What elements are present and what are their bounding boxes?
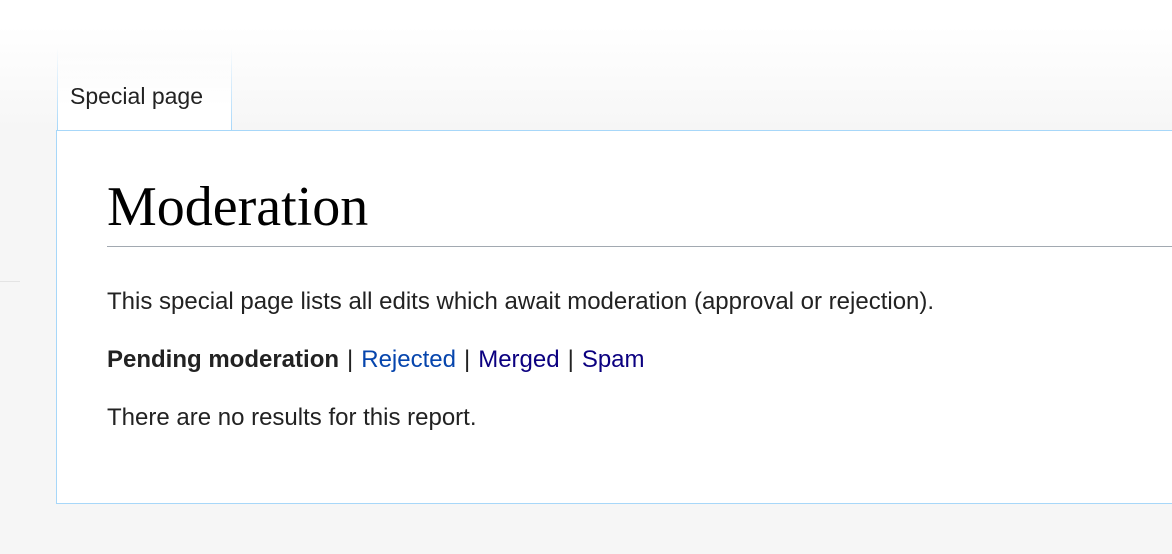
- filter-separator: |: [347, 346, 354, 373]
- moderation-filter-bar: Pending moderation | Rejected | Merged | Spam: [107, 344, 645, 376]
- filter-link-merged[interactable]: Merged: [478, 346, 559, 373]
- tab-special-page[interactable]: Special page: [57, 48, 232, 130]
- main-content: Moderation This special page lists all e…: [56, 130, 1172, 504]
- filter-separator: |: [567, 346, 574, 373]
- page-description: This special page lists all edits which …: [107, 288, 935, 315]
- filter-link-rejected[interactable]: Rejected: [361, 346, 456, 373]
- filter-separator: |: [463, 346, 471, 373]
- tab-special-page-label[interactable]: Special page: [70, 83, 203, 110]
- filter-pending-moderation: Pending moderation: [107, 346, 340, 373]
- sidebar-divider: [0, 281, 20, 282]
- page-title: Moderation: [107, 171, 1172, 247]
- no-results-message: There are no results for this report.: [107, 404, 477, 431]
- filter-link-spam[interactable]: Spam: [582, 346, 645, 373]
